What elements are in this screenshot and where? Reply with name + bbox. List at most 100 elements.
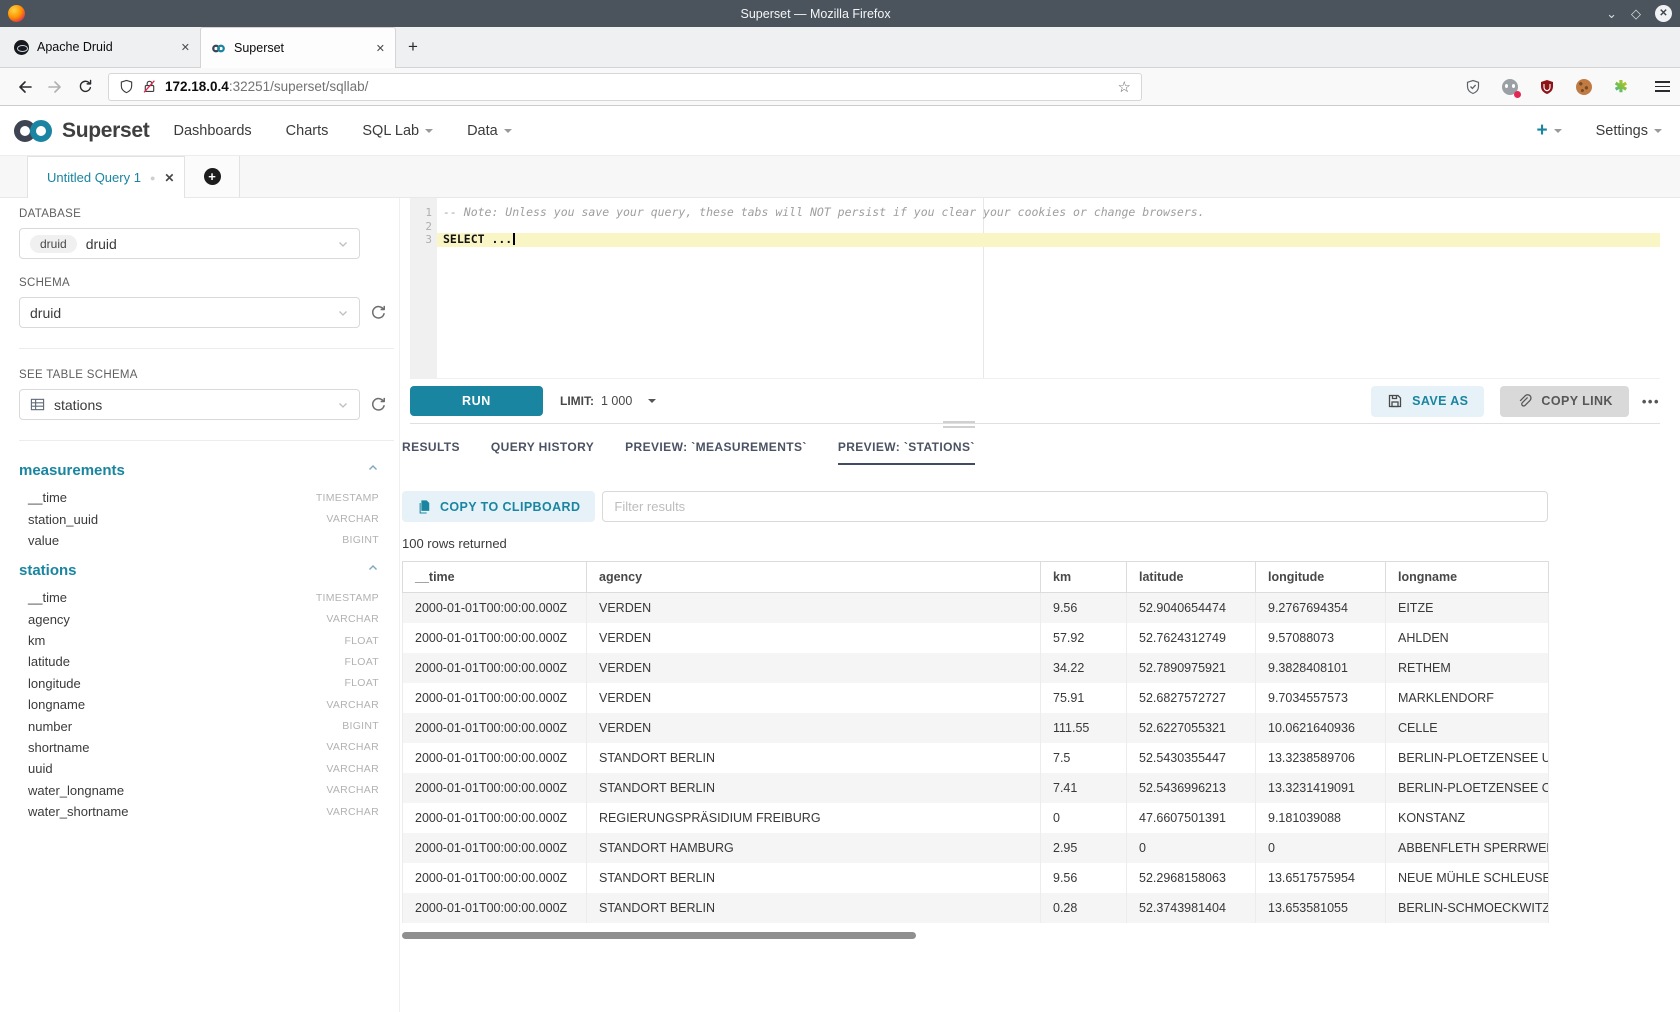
- nav-item-dashboards[interactable]: Dashboards: [173, 123, 251, 139]
- chevron-up-icon[interactable]: [367, 461, 379, 479]
- table-cell: 2000-01-01T00:00:00.000Z: [403, 863, 587, 893]
- sqllab-editor-pane: 1-- Note: Unless you save your query, th…: [400, 198, 1680, 1012]
- tracking-shield-icon[interactable]: [119, 79, 134, 94]
- scrollbar-thumb[interactable]: [402, 932, 916, 939]
- clipboard-icon: [417, 499, 431, 514]
- refresh-tables-icon[interactable]: [370, 396, 387, 413]
- plus-circle-icon: +: [204, 168, 221, 185]
- schema-select[interactable]: druid: [19, 297, 360, 328]
- close-icon[interactable]: ✕: [376, 42, 385, 55]
- nav-item-label: Charts: [286, 123, 329, 139]
- url-bar[interactable]: 172.18.0.4:32251/superset/sqllab/ ☆: [108, 73, 1142, 101]
- column-header-longitude[interactable]: longitude: [1256, 562, 1386, 593]
- close-icon[interactable]: ✕: [164, 171, 174, 185]
- column-header-km[interactable]: km: [1041, 562, 1127, 593]
- column-type: VARCHAR: [326, 741, 379, 753]
- table-cell: 2000-01-01T00:00:00.000Z: [403, 773, 587, 803]
- pane-resize-handle[interactable]: [943, 421, 975, 428]
- table-cell: 13.6517575954: [1256, 863, 1386, 893]
- table-row: 2000-01-01T00:00:00.000ZSTANDORT HAMBURG…: [403, 833, 1549, 863]
- window-close-icon[interactable]: ✕: [1655, 5, 1672, 22]
- copy-to-clipboard-button[interactable]: COPY TO CLIPBOARD: [402, 491, 595, 522]
- filter-results-input[interactable]: [602, 491, 1548, 522]
- query-tab-title[interactable]: Untitled Query 1: [47, 170, 141, 185]
- table-name: measurements: [19, 462, 125, 479]
- insecure-lock-icon[interactable]: [142, 79, 157, 94]
- column-header-agency[interactable]: agency: [587, 562, 1041, 593]
- nav-item-charts[interactable]: Charts: [286, 123, 329, 139]
- query-tab[interactable]: Untitled Query 1 ● ✕: [27, 156, 185, 198]
- table-row: 2000-01-01T00:00:00.000ZVERDEN75.9152.68…: [403, 683, 1549, 713]
- browser-tab-title: Apache Druid: [37, 40, 173, 54]
- column-type: VARCHAR: [326, 699, 379, 711]
- pocket-shield-icon[interactable]: [1464, 78, 1482, 96]
- table-cell: 47.6607501391: [1127, 803, 1256, 833]
- table-cell: 111.55: [1041, 713, 1127, 743]
- mask-extension-icon[interactable]: [1501, 78, 1519, 96]
- window-minimize-icon[interactable]: ⌄: [1606, 7, 1617, 20]
- schema-column-row: numberBIGINT: [19, 715, 379, 736]
- table-row: 2000-01-01T00:00:00.000ZVERDEN57.9252.76…: [403, 623, 1549, 653]
- table-cell: 2000-01-01T00:00:00.000Z: [403, 743, 587, 773]
- schema-column-row: water_longnameVARCHAR: [19, 780, 379, 801]
- sparkle-extension-icon[interactable]: ✱: [1612, 78, 1630, 96]
- table-schema-header[interactable]: stations: [19, 561, 379, 579]
- table-cell: 9.2767694354: [1256, 593, 1386, 623]
- run-button[interactable]: RUN: [410, 386, 543, 416]
- horizontal-scrollbar[interactable]: [402, 932, 1548, 939]
- table-cell: VERDEN: [587, 683, 1041, 713]
- save-as-button[interactable]: SAVE AS: [1371, 386, 1484, 417]
- menu-hamburger-icon[interactable]: [1655, 81, 1670, 92]
- table-cell: 52.7624312749: [1127, 623, 1256, 653]
- table-select[interactable]: stations: [19, 389, 360, 420]
- schema-column-row: uuidVARCHAR: [19, 758, 379, 779]
- results-tab-query-history[interactable]: QUERY HISTORY: [491, 440, 594, 465]
- url-host: 172.18.0.4: [165, 79, 229, 94]
- forward-button[interactable]: [40, 79, 70, 95]
- results-tab-results[interactable]: RESULTS: [402, 440, 460, 465]
- table-cell: 9.57088073: [1256, 623, 1386, 653]
- reload-button[interactable]: [70, 79, 100, 94]
- browser-tab-superset[interactable]: Superset✕: [200, 27, 396, 68]
- table-cell: 9.3828408101: [1256, 653, 1386, 683]
- schema-label: SCHEMA: [19, 277, 399, 289]
- chevron-down-icon: [337, 399, 349, 411]
- window-maximize-icon[interactable]: ◇: [1631, 7, 1641, 20]
- schema-column-row: latitudeFLOAT: [19, 651, 379, 672]
- column-header-time[interactable]: __time: [403, 562, 587, 593]
- table-cell: STANDORT BERLIN: [587, 893, 1041, 923]
- close-icon[interactable]: ✕: [181, 41, 190, 54]
- back-button[interactable]: [10, 79, 40, 95]
- database-select[interactable]: druid druid: [19, 228, 360, 259]
- table-schema-header[interactable]: measurements: [19, 461, 379, 479]
- cookie-extension-icon[interactable]: [1575, 78, 1593, 96]
- refresh-schema-icon[interactable]: [370, 304, 387, 321]
- results-tab-preview-measurements[interactable]: PREVIEW: `MEASUREMENTS`: [625, 440, 807, 465]
- add-query-tab-button[interactable]: +: [185, 156, 240, 197]
- table-cell: 52.5436996213: [1127, 773, 1256, 803]
- column-header-latitude[interactable]: latitude: [1127, 562, 1256, 593]
- nav-item-sql-lab[interactable]: SQL Lab: [362, 123, 433, 139]
- table-cell: STANDORT BERLIN: [587, 743, 1041, 773]
- limit-dropdown[interactable]: LIMIT: 1 000: [560, 394, 656, 408]
- nav-item-data[interactable]: Data: [467, 123, 512, 139]
- chevron-up-icon[interactable]: [367, 561, 379, 579]
- new-browser-tab-button[interactable]: +: [396, 27, 430, 67]
- line-number: 3: [410, 233, 437, 247]
- save-icon: [1387, 393, 1403, 409]
- superset-logo[interactable]: Superset: [10, 117, 149, 145]
- line-number: 1: [410, 206, 437, 220]
- url-text[interactable]: 172.18.0.4:32251/superset/sqllab/: [165, 79, 1110, 94]
- database-label: DATABASE: [19, 208, 399, 220]
- settings-menu[interactable]: Settings: [1596, 123, 1662, 139]
- browser-tab-apache-druid[interactable]: Apache Druid ✕: [4, 27, 200, 67]
- sql-editor[interactable]: 1-- Note: Unless you save your query, th…: [410, 198, 1660, 378]
- table-cell: ABBENFLETH SPERRWERK: [1386, 833, 1549, 863]
- more-options-icon[interactable]: •••: [1642, 394, 1660, 409]
- new-item-button[interactable]: +: [1536, 120, 1561, 142]
- results-tab-preview-stations[interactable]: PREVIEW: `STATIONS`: [838, 440, 975, 465]
- bookmark-star-icon[interactable]: ☆: [1118, 78, 1131, 96]
- copy-link-button[interactable]: COPY LINK: [1500, 386, 1628, 417]
- ublock-extension-icon[interactable]: [1538, 78, 1556, 96]
- column-header-longname[interactable]: longname: [1386, 562, 1549, 593]
